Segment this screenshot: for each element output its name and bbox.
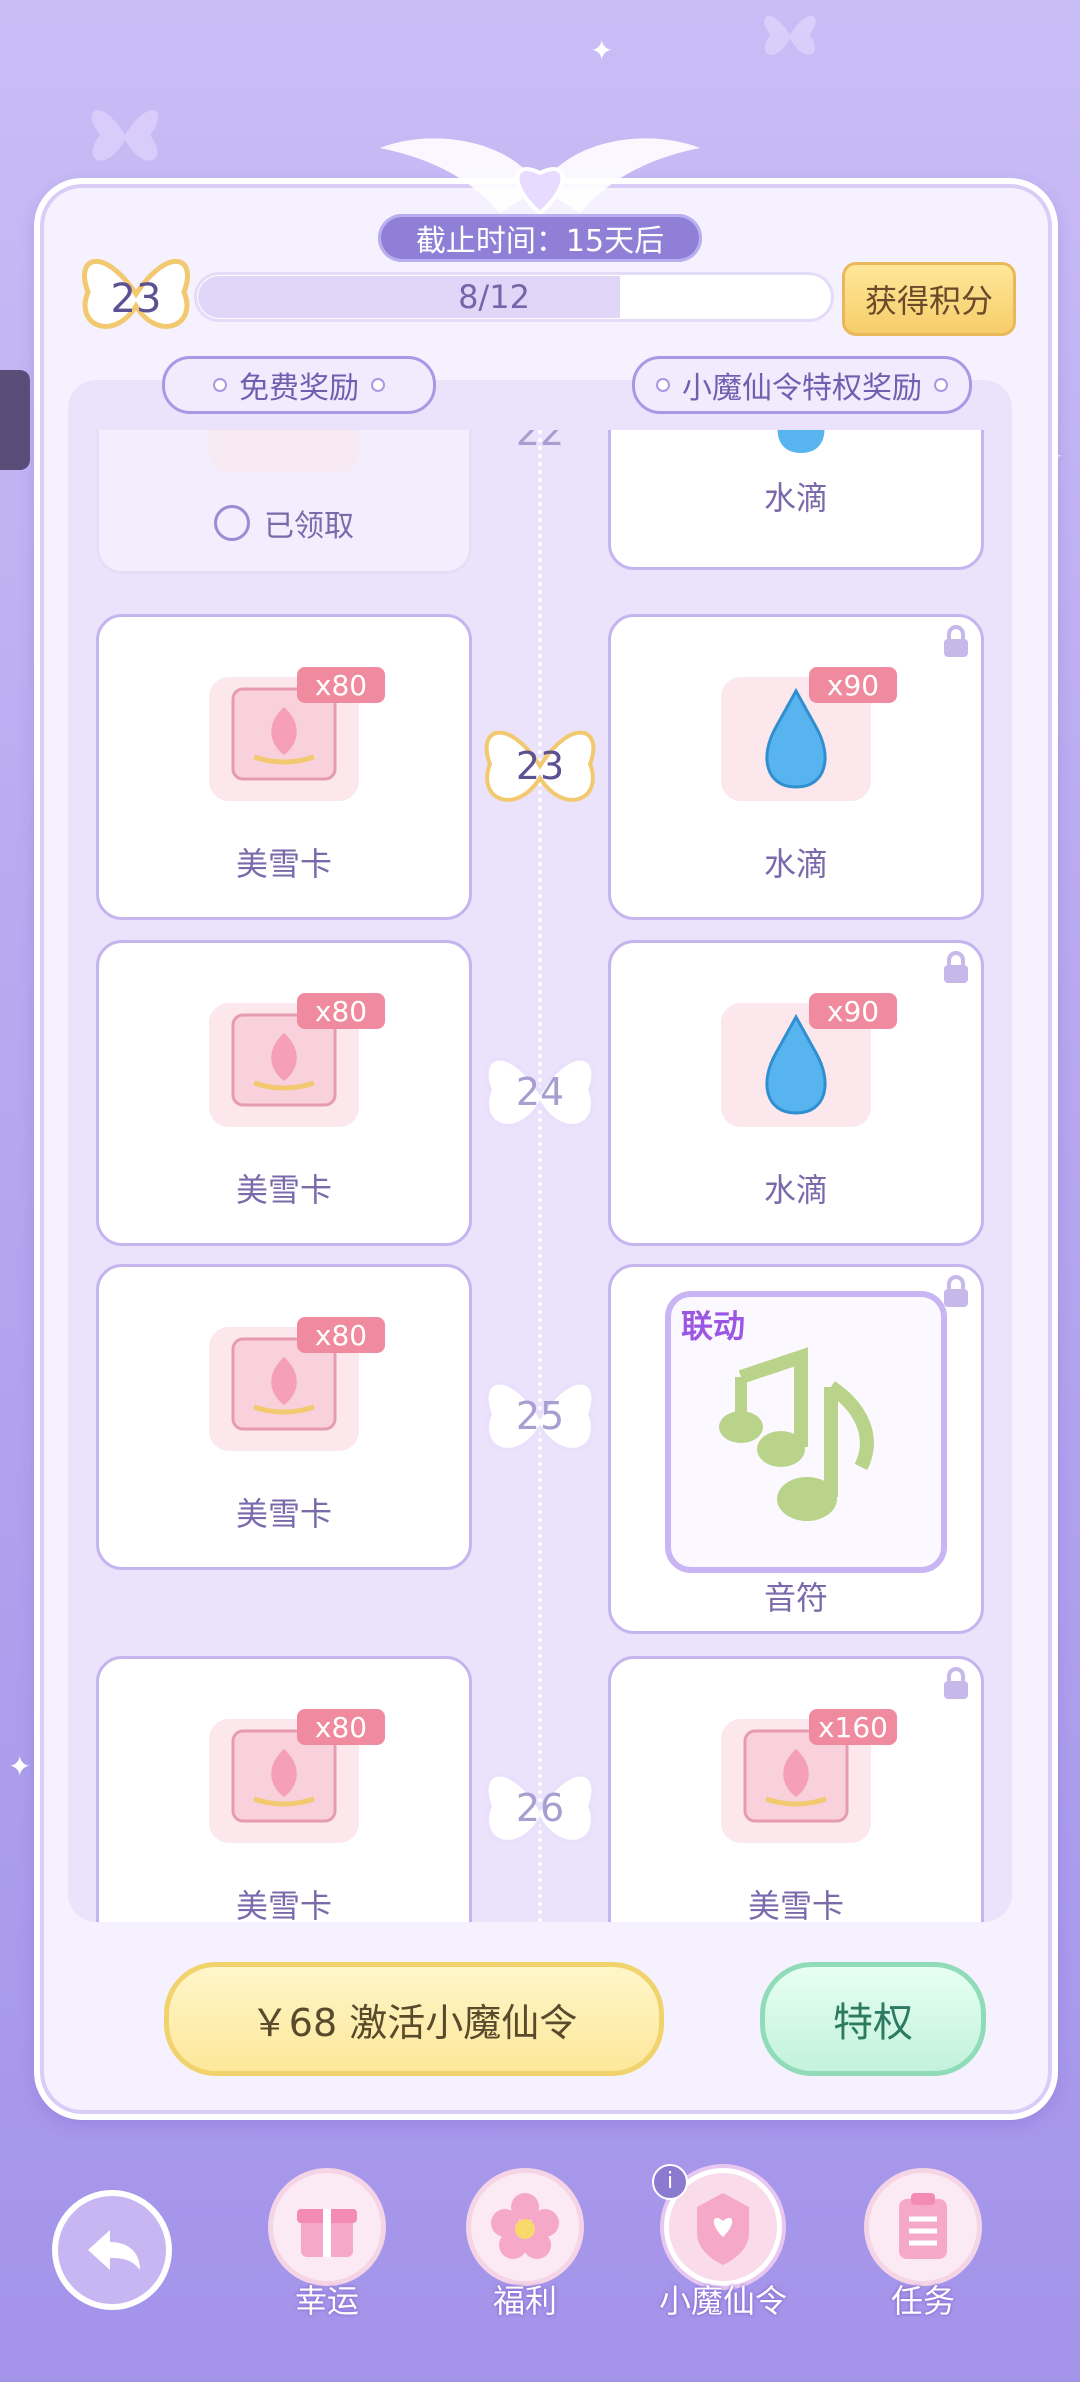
quantity-badge: x90 (809, 993, 897, 1029)
item-tile: x80 (209, 1709, 385, 1843)
linked-item-frame: 联动 (665, 1291, 947, 1573)
reward-label: 美雪卡 (235, 845, 332, 883)
deadline-banner: 截止时间：15天后 (378, 214, 702, 262)
claimed-label: 已领取 (264, 509, 354, 544)
reward-label: 音符 (763, 1579, 828, 1617)
gift-icon (297, 2209, 357, 2257)
nav-pass[interactable]: i 小魔仙令 (652, 2164, 788, 2320)
reward-list-viewport: 已领取 水滴 22 x80 美雪卡 x90 水滴 23 x80 美雪卡 x90 … (68, 430, 1012, 1922)
nav-lucky-circle (268, 2168, 386, 2286)
sparkle-icon: ✦ (590, 34, 614, 67)
nav-label: 幸运 (294, 2282, 359, 2320)
nav-lucky[interactable]: 幸运 (262, 2168, 392, 2320)
lock-icon (944, 625, 968, 657)
item-tile: x80 (209, 993, 385, 1127)
tab-free-rewards[interactable]: 免费奖励 (162, 356, 436, 414)
dot-ornament (656, 378, 670, 392)
check-icon (214, 505, 250, 541)
item-tile: x160 (721, 1709, 897, 1843)
free-reward-card[interactable]: 已领取 (96, 430, 472, 574)
quantity-badge: x80 (297, 667, 385, 703)
water-drop-icon (777, 430, 825, 453)
vip-reward-card[interactable]: 水滴 (608, 430, 984, 570)
vip-reward-card[interactable]: x90 水滴 (608, 614, 984, 920)
nav-welfare-circle (466, 2168, 584, 2286)
vip-reward-card[interactable]: 联动 音符 (608, 1264, 984, 1634)
wing-crest-icon (380, 138, 700, 216)
free-reward-card[interactable]: x80 美雪卡 (96, 614, 472, 920)
quantity-badge: x80 (297, 993, 385, 1029)
level-node-number: 22 (515, 430, 565, 454)
item-tile (209, 430, 359, 473)
nav-tasks-circle (864, 2168, 982, 2286)
earn-points-button[interactable]: 获得积分 (842, 262, 1016, 336)
quantity-badge: x80 (297, 1709, 385, 1745)
quantity-badge: x160 (809, 1709, 897, 1745)
butterfly-decoration-icon (764, 15, 816, 55)
reward-label: 水滴 (763, 1171, 828, 1209)
vip-reward-card[interactable]: x160 美雪卡 (608, 1656, 984, 1922)
reward-label: 水滴 (763, 845, 828, 883)
reward-label: 美雪卡 (235, 1887, 332, 1922)
info-badge-icon[interactable]: i (652, 2164, 688, 2200)
progress-bar: 8/12 (194, 272, 834, 322)
lock-icon (944, 1275, 968, 1307)
item-tile: x80 (209, 667, 385, 801)
level-node-number: 25 (515, 1394, 565, 1438)
reward-label: 美雪卡 (235, 1495, 332, 1533)
item-tile: x90 (721, 667, 897, 801)
reward-label: 美雪卡 (235, 1171, 332, 1209)
dot-ornament (934, 378, 948, 392)
progress-text: 8/12 (458, 278, 530, 316)
quantity-badge: x80 (297, 1317, 385, 1353)
activate-pass-button[interactable]: ￥68 激活小魔仙令 (164, 1962, 664, 2076)
back-arrow-icon (88, 2230, 140, 2270)
tab-label: 免费奖励 (239, 371, 359, 406)
flower-icon (491, 2193, 559, 2259)
tab-label: 小魔仙令特权奖励 (682, 371, 922, 406)
free-reward-card[interactable]: x80 美雪卡 (96, 940, 472, 1246)
nav-label: 任务 (890, 2282, 955, 2320)
sparkle-icon: ✦ (8, 1750, 32, 1783)
back-button[interactable] (52, 2190, 172, 2310)
reward-label: 美雪卡 (747, 1887, 844, 1922)
reward-label: 水滴 (763, 479, 828, 517)
level-track-line (538, 430, 542, 1922)
vip-reward-card[interactable]: x90 水滴 (608, 940, 984, 1246)
clipboard-icon (899, 2193, 947, 2259)
level-node-number: 23 (515, 744, 565, 788)
reward-list[interactable]: 已领取 水滴 22 x80 美雪卡 x90 水滴 23 x80 美雪卡 x90 … (68, 380, 1012, 1922)
current-level: 23 (110, 276, 162, 322)
item-tile: x90 (721, 993, 897, 1127)
butterfly-decoration-icon (91, 110, 159, 161)
lock-icon (944, 1667, 968, 1699)
tab-vip-rewards[interactable]: 小魔仙令特权奖励 (632, 356, 972, 414)
item-tile: x80 (209, 1317, 385, 1451)
dot-ornament (371, 378, 385, 392)
side-drawer-handle[interactable] (0, 370, 30, 470)
nav-label: 福利 (492, 2282, 557, 2320)
dot-ornament (213, 378, 227, 392)
nav-tasks[interactable]: 任务 (858, 2168, 988, 2320)
level-node-number: 26 (515, 1786, 565, 1830)
level-node-number: 24 (515, 1070, 565, 1114)
nav-label: 小魔仙令 (658, 2282, 787, 2320)
music-note-icon (719, 1347, 874, 1521)
nav-welfare[interactable]: 福利 (460, 2168, 590, 2320)
privilege-button[interactable]: 特权 (760, 1962, 986, 2076)
free-reward-card[interactable]: x80 美雪卡 (96, 1264, 472, 1570)
quantity-badge: x90 (809, 667, 897, 703)
claimed-status: 已领取 (99, 501, 469, 545)
free-reward-card[interactable]: x80 美雪卡 (96, 1656, 472, 1922)
lock-icon (944, 951, 968, 983)
